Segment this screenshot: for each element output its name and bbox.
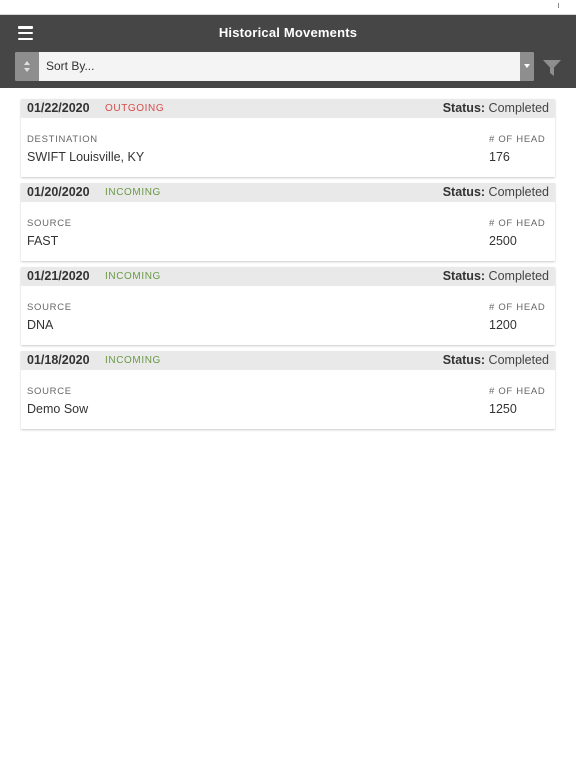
movement-date: 01/21/2020 [27, 269, 90, 283]
status-label: Status: [442, 269, 486, 283]
direction-badge: INCOMING [105, 355, 161, 366]
movement-card-header: 01/22/2020 OUTGOING Status: Completed [21, 99, 555, 118]
location-value: SWIFT Louisville, KY [27, 150, 145, 164]
head-count-label: # OF HEAD [489, 218, 546, 229]
movement-status: Status: Completed [443, 99, 549, 118]
movement-card-header: 01/21/2020 INCOMING Status: Completed [21, 267, 555, 286]
head-count-value: 2500 [489, 234, 517, 248]
head-count-value: 1250 [489, 402, 517, 416]
movement-date: 01/22/2020 [27, 101, 90, 115]
head-count-value: 1200 [489, 318, 517, 332]
status-label: Status: [442, 353, 486, 367]
status-value: Completed [488, 101, 549, 115]
location-label: DESTINATION [27, 134, 98, 145]
toolbar: Sort By... [0, 51, 576, 88]
location-value: Demo Sow [27, 402, 89, 416]
movement-card-header: 01/18/2020 INCOMING Status: Completed [21, 351, 555, 370]
location-label: SOURCE [27, 386, 72, 397]
movement-list: 01/22/2020 OUTGOING Status: Completed DE… [21, 99, 555, 435]
movement-card-header: 01/20/2020 INCOMING Status: Completed [21, 183, 555, 202]
filter-icon[interactable] [543, 60, 561, 76]
movement-card[interactable]: 01/22/2020 OUTGOING Status: Completed DE… [21, 99, 555, 177]
head-count-value: 176 [489, 150, 510, 164]
head-count-label: # OF HEAD [489, 134, 546, 145]
movement-status: Status: Completed [443, 351, 549, 370]
page-title: Historical Movements [218, 25, 358, 40]
direction-badge: INCOMING [105, 187, 161, 198]
sort-dropdown[interactable]: Sort By... [15, 52, 534, 81]
movement-date: 01/20/2020 [27, 185, 90, 199]
location-value: FAST [27, 234, 59, 248]
status-value: Completed [488, 269, 549, 283]
nav-bar: Historical Movements [0, 15, 576, 51]
status-label: Status: [442, 185, 486, 199]
location-value: DNA [27, 318, 54, 332]
movement-status: Status: Completed [443, 267, 549, 286]
direction-badge: INCOMING [105, 271, 161, 282]
status-indicator [558, 3, 559, 8]
status-label: Status: [442, 101, 486, 115]
status-value: Completed [488, 185, 549, 199]
status-bar [0, 0, 576, 15]
movement-status: Status: Completed [443, 183, 549, 202]
location-label: SOURCE [27, 302, 72, 313]
movement-card[interactable]: 01/21/2020 INCOMING Status: Completed SO… [21, 267, 555, 345]
sort-arrows-icon[interactable] [15, 52, 39, 81]
head-count-label: # OF HEAD [489, 386, 546, 397]
movement-date: 01/18/2020 [27, 353, 90, 367]
location-label: SOURCE [27, 218, 72, 229]
head-count-label: # OF HEAD [489, 302, 546, 313]
movement-card[interactable]: 01/18/2020 INCOMING Status: Completed SO… [21, 351, 555, 429]
direction-badge: OUTGOING [105, 103, 165, 114]
chevron-down-icon[interactable] [520, 52, 534, 81]
sort-dropdown-label: Sort By... [46, 59, 95, 73]
movement-card[interactable]: 01/20/2020 INCOMING Status: Completed SO… [21, 183, 555, 261]
status-value: Completed [488, 353, 549, 367]
